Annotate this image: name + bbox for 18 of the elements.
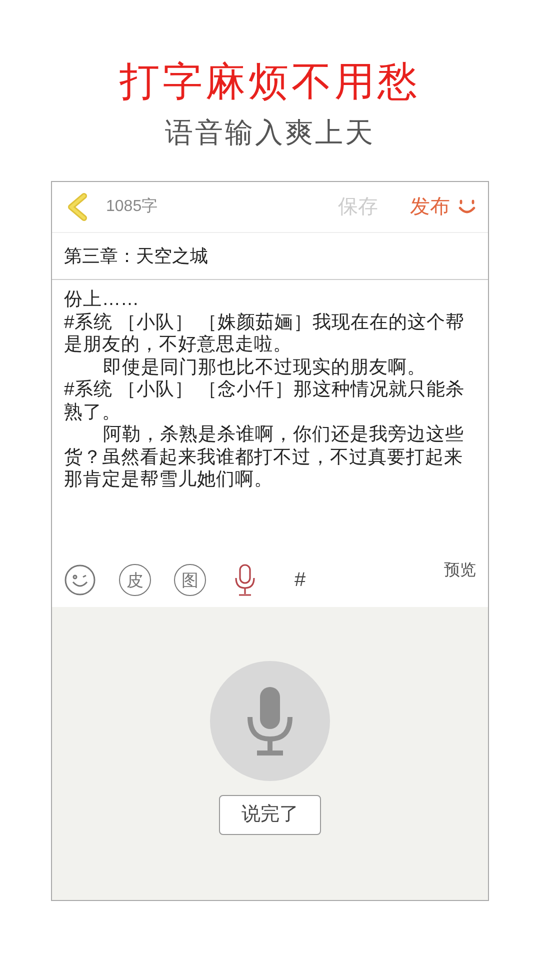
microphone-icon — [245, 685, 295, 757]
paragraph: 阿勒，杀熟是杀谁啊，你们还是我旁边这些货？虽然看起来我谁都打不过，不过真要打起来那肯定是帮雪儿她们啊。 — [64, 423, 465, 490]
paragraph: #系统 ［小队］ ［念小仟］那这种情况就只能杀熟了。 — [64, 378, 466, 423]
done-speaking-button[interactable]: 说完了 — [219, 795, 321, 835]
emoji-button[interactable] — [64, 564, 96, 596]
paragraph: #系统 ［小队］ ［姝颜茹婳］我现在在的这个帮是朋友的，不好意思走啦。 — [64, 310, 466, 356]
smile-icon — [458, 199, 476, 215]
paragraph: 份上…… — [64, 288, 140, 310]
paragraph: 即使是同门那也比不过现实的朋友啊。 — [102, 356, 427, 378]
hashtag-button[interactable]: # — [284, 564, 316, 596]
subheadline: 语音输入爽上天 — [165, 116, 375, 150]
body-text-area[interactable]: 份上…… #系统 ［小队］ ［姝颜茹婳］我现在在的这个帮是朋友的，不好意思走啦。 即使是同门那也比不过现实的朋友啊。 #系统 ［小队］ ［念小仟］那这种情况就只能杀熟了。 阿勒，杀熟是杀谁啊，你们还是我旁边这些货？虽然看起来我谁都打不过，不过真要打起来那肯定是帮雪儿她们啊。 — [52, 280, 488, 555]
chapter-title[interactable]: 第三章：天空之城 — [52, 233, 488, 280]
preview-button[interactable]: 预览 — [444, 559, 476, 583]
tool-button[interactable]: 图 — [174, 564, 206, 596]
tool-button[interactable]: 皮 — [119, 564, 151, 596]
headline: 打字麻烦不用愁 — [120, 59, 420, 106]
word-count: 1085字 — [106, 196, 158, 217]
